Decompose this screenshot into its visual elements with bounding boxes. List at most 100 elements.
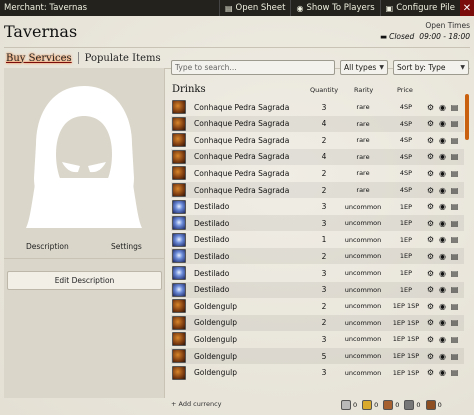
brandy-icon[interactable] [172, 133, 186, 148]
item-row[interactable]: Destilado 3 uncommon 1EP ⚙ ◉ ▤ [171, 215, 464, 232]
item-row[interactable]: Goldengulp 5 uncommon 1EP 1SP ⚙ ◉ ▤ [171, 348, 464, 364]
buy-icon[interactable]: ▤ [450, 269, 459, 278]
buy-icon[interactable]: ▤ [450, 152, 459, 161]
brandy-icon[interactable] [172, 332, 186, 347]
item-row[interactable]: Conhaque Pedra Sagrada 2 rare 4SP ⚙ ◉ ▤ [171, 165, 464, 181]
gear-icon[interactable]: ⚙ [426, 152, 435, 161]
item-name[interactable]: Conhaque Pedra Sagrada [194, 152, 289, 161]
window-header[interactable]: Merchant: Tavernas ▤ Open Sheet ◉ Show T… [0, 0, 474, 16]
gear-icon[interactable]: ⚙ [426, 136, 435, 145]
eye-icon[interactable]: ◉ [438, 352, 447, 361]
gear-icon[interactable]: ⚙ [426, 368, 435, 377]
item-name[interactable]: Goldengulp [194, 318, 237, 327]
add-currency-button[interactable]: + Add currency [171, 400, 221, 408]
item-name[interactable]: Destilado [194, 252, 229, 261]
close-icon[interactable]: ✕ [460, 0, 474, 16]
distillate-icon[interactable] [172, 199, 186, 214]
brandy-icon[interactable] [172, 116, 186, 131]
gear-icon[interactable]: ⚙ [426, 202, 435, 211]
tab-description[interactable]: Description [26, 242, 69, 251]
brandy-icon[interactable] [172, 365, 186, 380]
item-name[interactable]: Goldengulp [194, 335, 237, 344]
item-row[interactable]: Conhaque Pedra Sagrada 2 rare 4SP ⚙ ◉ ▤ [171, 132, 464, 148]
item-name[interactable]: Conhaque Pedra Sagrada [194, 169, 289, 178]
buy-icon[interactable]: ▤ [450, 169, 459, 178]
eye-icon[interactable]: ◉ [438, 368, 447, 377]
coin-sp-icon[interactable] [404, 400, 415, 410]
brandy-icon[interactable] [172, 166, 186, 181]
item-row[interactable]: Destilado 3 uncommon 1EP ⚙ ◉ ▤ [171, 281, 464, 298]
coin-ep-icon[interactable] [383, 400, 394, 410]
gear-icon[interactable]: ⚙ [426, 186, 435, 195]
eye-icon[interactable]: ◉ [438, 269, 447, 278]
search-input[interactable] [171, 60, 335, 75]
show-to-players-button[interactable]: ◉ Show To Players [290, 0, 379, 16]
coin-cp-icon[interactable] [425, 400, 436, 410]
distillate-icon[interactable] [172, 282, 186, 297]
item-name[interactable]: Conhaque Pedra Sagrada [194, 103, 289, 112]
tab-populate-items[interactable]: Populate Items [83, 53, 163, 64]
edit-description-button[interactable]: Edit Description [7, 271, 162, 290]
item-row[interactable]: Destilado 1 uncommon 1EP ⚙ ◉ ▤ [171, 232, 464, 248]
eye-icon[interactable]: ◉ [438, 302, 447, 311]
item-row[interactable]: Conhaque Pedra Sagrada 4 rare 4SP ⚙ ◉ ▤ [171, 148, 464, 165]
item-row[interactable]: Goldengulp 3 uncommon 1EP 1SP ⚙ ◉ ▤ [171, 365, 464, 381]
gear-icon[interactable]: ⚙ [426, 269, 435, 278]
eye-icon[interactable]: ◉ [438, 252, 447, 261]
gear-icon[interactable]: ⚙ [426, 119, 435, 128]
eye-icon[interactable]: ◉ [438, 186, 447, 195]
brandy-icon[interactable] [172, 100, 186, 114]
item-row[interactable]: Conhaque Pedra Sagrada 4 rare 4SP ⚙ ◉ ▤ [171, 115, 464, 132]
eye-icon[interactable]: ◉ [438, 202, 447, 211]
item-name[interactable]: Destilado [194, 269, 229, 278]
gear-icon[interactable]: ⚙ [426, 235, 435, 244]
sort-select[interactable]: Sort by: Type ▼ [393, 60, 469, 75]
distillate-icon[interactable] [172, 216, 186, 231]
tab-settings[interactable]: Settings [111, 242, 142, 251]
item-name[interactable]: Conhaque Pedra Sagrada [194, 186, 289, 195]
buy-icon[interactable]: ▤ [450, 186, 459, 195]
eye-icon[interactable]: ◉ [438, 103, 447, 112]
buy-icon[interactable]: ▤ [450, 219, 459, 228]
eye-icon[interactable]: ◉ [438, 285, 447, 294]
item-name[interactable]: Conhaque Pedra Sagrada [194, 136, 289, 145]
item-row[interactable]: Goldengulp 3 uncommon 1EP 1SP ⚙ ◉ ▤ [171, 331, 464, 347]
buy-icon[interactable]: ▤ [450, 318, 459, 327]
distillate-icon[interactable] [172, 249, 186, 264]
gear-icon[interactable]: ⚙ [426, 335, 435, 344]
coin-gp-icon[interactable] [362, 400, 373, 410]
item-name[interactable]: Destilado [194, 235, 229, 244]
item-row[interactable]: Destilado 3 uncommon 1EP ⚙ ◉ ▤ [171, 199, 464, 215]
gear-icon[interactable]: ⚙ [426, 352, 435, 361]
gear-icon[interactable]: ⚙ [426, 302, 435, 311]
buy-icon[interactable]: ▤ [450, 103, 459, 112]
scrollbar[interactable] [465, 94, 469, 140]
brandy-icon[interactable] [172, 349, 186, 363]
brandy-icon[interactable] [172, 183, 186, 197]
configure-pile-button[interactable]: ▣ Configure Pile [379, 0, 460, 16]
buy-icon[interactable]: ▤ [450, 302, 459, 311]
brandy-icon[interactable] [172, 315, 186, 330]
eye-icon[interactable]: ◉ [438, 335, 447, 344]
tab-buy-services[interactable]: Buy Services [4, 53, 74, 64]
gear-icon[interactable]: ⚙ [426, 318, 435, 327]
gear-icon[interactable]: ⚙ [426, 169, 435, 178]
eye-icon[interactable]: ◉ [438, 119, 447, 128]
buy-icon[interactable]: ▤ [450, 136, 459, 145]
open-sheet-button[interactable]: ▤ Open Sheet [218, 0, 291, 16]
buy-icon[interactable]: ▤ [450, 368, 459, 377]
buy-icon[interactable]: ▤ [450, 252, 459, 261]
buy-icon[interactable]: ▤ [450, 335, 459, 344]
item-name[interactable]: Goldengulp [194, 302, 237, 311]
item-name[interactable]: Goldengulp [194, 368, 237, 377]
brandy-icon[interactable] [172, 149, 186, 164]
eye-icon[interactable]: ◉ [438, 235, 447, 244]
eye-icon[interactable]: ◉ [438, 318, 447, 327]
item-row[interactable]: Conhaque Pedra Sagrada 2 rare 4SP ⚙ ◉ ▤ [171, 182, 464, 198]
item-name[interactable]: Goldengulp [194, 352, 237, 361]
item-name[interactable]: Destilado [194, 202, 229, 211]
buy-icon[interactable]: ▤ [450, 285, 459, 294]
eye-icon[interactable]: ◉ [438, 219, 447, 228]
item-row[interactable]: Destilado 3 uncommon 1EP ⚙ ◉ ▤ [171, 265, 464, 281]
item-name[interactable]: Conhaque Pedra Sagrada [194, 119, 289, 128]
